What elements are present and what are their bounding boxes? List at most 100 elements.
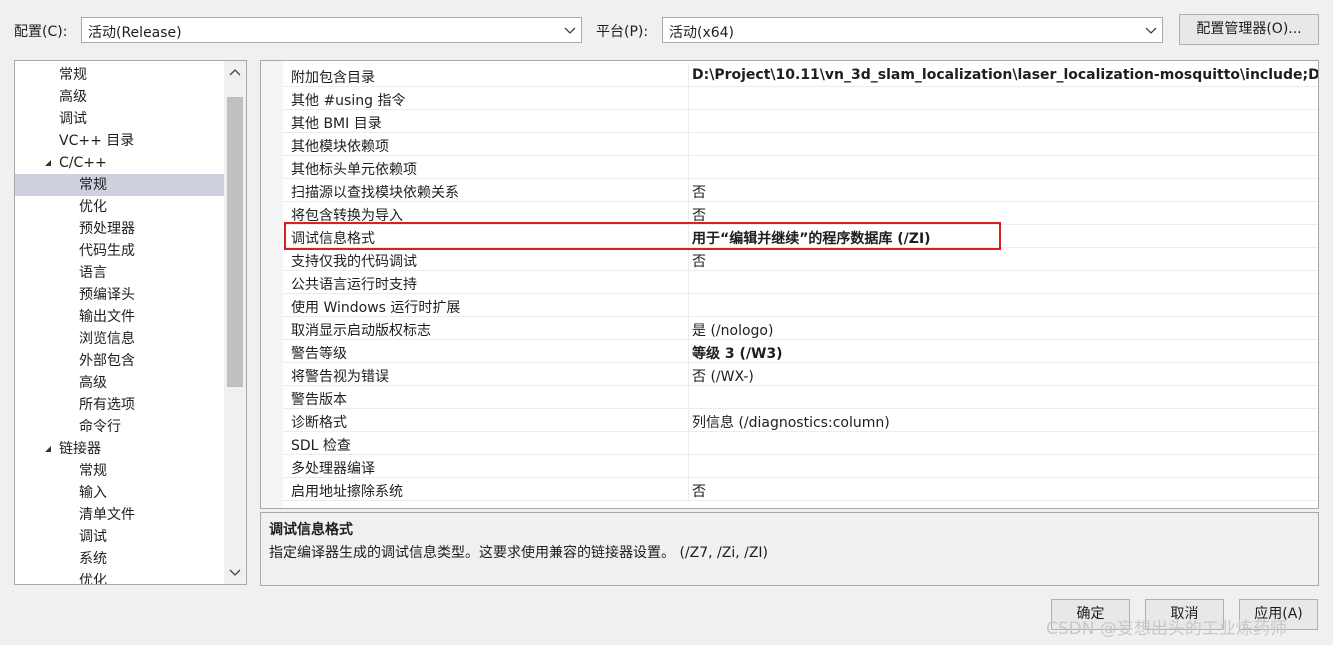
tree-item-label: 调试 [59, 111, 87, 127]
property-name: 多处理器编译 [291, 461, 375, 477]
tree-item-label: 常规 [79, 463, 107, 479]
column-divider [688, 363, 689, 386]
tree-item-label: 清单文件 [79, 507, 135, 523]
property-value[interactable]: 列信息 (/diagnostics:column) [692, 412, 890, 432]
property-category-tree[interactable]: 常规 高级 调试 VC++ 目录 C/C++ 常规 优化 预处理器 代码生成 语言 预编译头 输出文件… [14, 60, 247, 585]
property-name: 附加包含目录 [291, 70, 375, 86]
property-row[interactable]: 附加包含目录 D:\Project\10.11\vn_3d_slam_locali… [283, 64, 1318, 87]
tree-item-label: 系统 [79, 551, 107, 567]
property-row[interactable]: 其他 #using 指令 [283, 87, 1318, 110]
tree-item-label: 预编译头 [79, 287, 135, 303]
property-value[interactable]: 否 [692, 481, 706, 501]
column-divider [688, 87, 689, 110]
property-name: 取消显示启动版权标志 [291, 323, 431, 339]
tree-item[interactable]: 优化 [15, 570, 224, 584]
property-value[interactable]: 否 [692, 182, 706, 202]
property-name: 扫描源以查找模块依赖关系 [291, 185, 459, 201]
tree-item-label: 代码生成 [79, 243, 135, 259]
property-grid[interactable]: 附加包含目录 D:\Project\10.11\vn_3d_slam_locali… [260, 60, 1319, 509]
property-row[interactable]: 多处理器编译 [283, 455, 1318, 478]
property-value[interactable]: 是 (/nologo) [692, 320, 773, 340]
column-divider [688, 156, 689, 179]
tree-item[interactable]: 高级 [15, 372, 224, 394]
tree-item-label: 高级 [79, 375, 107, 391]
property-value[interactable]: 等级 3 (/W3) [692, 343, 783, 363]
platform-dropdown[interactable]: 活动(x64) [662, 17, 1163, 43]
tree-item[interactable]: C/C++ [15, 152, 224, 174]
scroll-down-icon[interactable] [227, 564, 243, 580]
tree-item[interactable]: 调试 [15, 526, 224, 548]
tree-item[interactable]: 优化 [15, 196, 224, 218]
property-value[interactable]: D:\Project\10.11\vn_3d_slam_localization… [692, 67, 1318, 83]
tree-item[interactable]: VC++ 目录 [15, 130, 224, 152]
tree-item[interactable]: 代码生成 [15, 240, 224, 262]
expand-triangle-icon[interactable] [43, 444, 53, 454]
column-divider [688, 64, 689, 87]
tree-item[interactable]: 清单文件 [15, 504, 224, 526]
property-name: 公共语言运行时支持 [291, 277, 417, 293]
property-row[interactable]: 其他标头单元依赖项 [283, 156, 1318, 179]
property-name: 支持仅我的代码调试 [291, 254, 417, 270]
platform-value: 活动(x64) [669, 25, 735, 41]
property-row[interactable]: 其他模块依赖项 [283, 133, 1318, 156]
description-text: 指定编译器生成的调试信息类型。这要求使用兼容的链接器设置。 (/Z7, /Zi,… [269, 545, 769, 561]
property-name: 启用地址擦除系统 [291, 484, 403, 500]
description-panel: 调试信息格式 指定编译器生成的调试信息类型。这要求使用兼容的链接器设置。 (/Z… [260, 512, 1319, 586]
tree-item[interactable]: 系统 [15, 548, 224, 570]
property-row[interactable]: 公共语言运行时支持 [283, 271, 1318, 294]
config-manager-button[interactable]: 配置管理器(O)... [1179, 14, 1319, 45]
tree-item[interactable]: 常规 [15, 174, 224, 196]
tree-item[interactable]: 常规 [15, 64, 224, 86]
column-divider [688, 386, 689, 409]
tree-item[interactable]: 常规 [15, 460, 224, 482]
tree-item-label: VC++ 目录 [59, 133, 135, 149]
tree-item[interactable]: 预编译头 [15, 284, 224, 306]
platform-label: 平台(P): [596, 24, 649, 40]
expand-triangle-icon[interactable] [43, 158, 53, 168]
tree-item[interactable]: 输出文件 [15, 306, 224, 328]
tree-item-label: 语言 [79, 265, 107, 281]
property-name: 其他 BMI 目录 [291, 116, 382, 132]
chevron-down-icon [1145, 27, 1157, 34]
tree-item[interactable]: 高级 [15, 86, 224, 108]
tree-item[interactable]: 调试 [15, 108, 224, 130]
property-row[interactable]: 警告版本 [283, 386, 1318, 409]
property-row[interactable]: 诊断格式 列信息 (/diagnostics:column) [283, 409, 1318, 432]
property-row[interactable]: 其他 BMI 目录 [283, 110, 1318, 133]
tree-item[interactable]: 外部包含 [15, 350, 224, 372]
property-row[interactable]: 支持仅我的代码调试 否 [283, 248, 1318, 271]
property-row[interactable]: 使用 Windows 运行时扩展 [283, 294, 1318, 317]
watermark-text: CSDN @妄想出头的工业炼药师 [1046, 619, 1287, 639]
tree-item[interactable]: 链接器 [15, 438, 224, 460]
property-row[interactable]: SDL 检查 [283, 432, 1318, 455]
tree-item[interactable]: 输入 [15, 482, 224, 504]
column-divider [688, 248, 689, 271]
property-name: 将警告视为错误 [291, 369, 389, 385]
property-row[interactable]: 启用地址擦除系统 否 [283, 478, 1318, 501]
property-name: 其他标头单元依赖项 [291, 162, 417, 178]
property-value[interactable]: 否 (/WX-) [692, 366, 754, 386]
config-value: 活动(Release) [88, 25, 182, 41]
tree-item[interactable]: 语言 [15, 262, 224, 284]
description-title: 调试信息格式 [269, 522, 353, 538]
tree-item-label: 常规 [59, 67, 87, 83]
property-row[interactable]: 将警告视为错误 否 (/WX-) [283, 363, 1318, 386]
property-row[interactable]: 扫描源以查找模块依赖关系 否 [283, 179, 1318, 202]
tree-item-label: 命令行 [79, 419, 121, 435]
config-dropdown[interactable]: 活动(Release) [81, 17, 582, 43]
property-name: 警告等级 [291, 346, 347, 362]
scroll-up-icon[interactable] [227, 65, 243, 81]
tree-item[interactable]: 浏览信息 [15, 328, 224, 350]
property-row[interactable]: 警告等级 等级 3 (/W3) [283, 340, 1318, 363]
tree-item-label: 输入 [79, 485, 107, 501]
tree-item[interactable]: 所有选项 [15, 394, 224, 416]
property-name: 其他模块依赖项 [291, 139, 389, 155]
tree-item[interactable]: 命令行 [15, 416, 224, 438]
scrollbar-thumb[interactable] [227, 97, 243, 387]
tree-item-label: 所有选项 [79, 397, 135, 413]
property-value[interactable]: 否 [692, 251, 706, 271]
tree-item[interactable]: 预处理器 [15, 218, 224, 240]
highlight-annotation [284, 222, 1001, 250]
tree-scrollbar[interactable] [224, 61, 246, 584]
property-row[interactable]: 取消显示启动版权标志 是 (/nologo) [283, 317, 1318, 340]
